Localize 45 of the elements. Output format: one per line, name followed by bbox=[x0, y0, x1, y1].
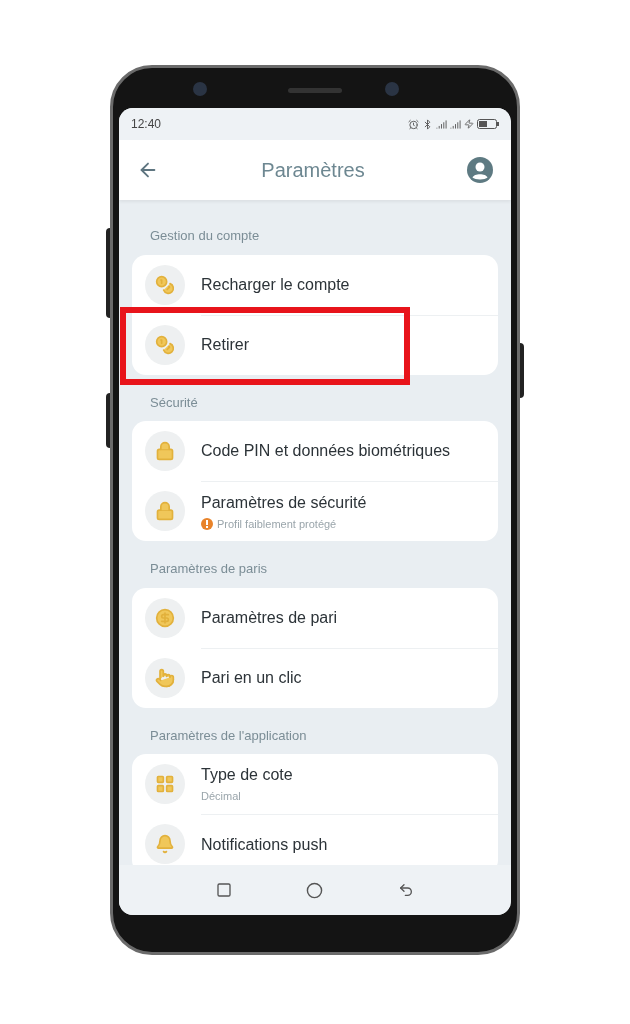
warning-icon bbox=[201, 518, 213, 530]
charging-icon bbox=[464, 119, 474, 129]
settings-row[interactable]: Code PIN et données biométriques bbox=[132, 421, 498, 481]
camera-icon bbox=[193, 82, 207, 96]
settings-row[interactable]: Retirer bbox=[132, 314, 498, 375]
settings-row[interactable]: Type de cote Décimal bbox=[132, 754, 498, 814]
grid-icon bbox=[155, 774, 175, 794]
section-header: Gestion du compte bbox=[149, 227, 261, 245]
item-label: Paramètres de sécurité bbox=[201, 492, 368, 513]
item-label: Retirer bbox=[201, 335, 250, 355]
page-title: Paramètres bbox=[261, 158, 365, 183]
bell-icon bbox=[155, 834, 175, 854]
lock-icon bbox=[155, 501, 175, 521]
coins-icon bbox=[155, 274, 175, 295]
item-subtitle: Décimal bbox=[201, 789, 242, 805]
item-subtitle: Profil faiblement protégé bbox=[217, 516, 337, 532]
status-time: 12:40 bbox=[131, 116, 162, 133]
item-label: Type de cote bbox=[201, 765, 294, 786]
settings-row[interactable]: Recharger le compte bbox=[132, 254, 498, 315]
item-label: Pari en un clic bbox=[201, 668, 303, 688]
alarm-icon bbox=[408, 118, 419, 130]
section-header: Sécurité bbox=[149, 393, 199, 412]
home-button[interactable] bbox=[306, 881, 324, 899]
item-label: Paramètres de pari bbox=[201, 607, 339, 628]
signal-icon bbox=[450, 118, 461, 130]
profile-button[interactable] bbox=[467, 157, 493, 183]
pointer-icon bbox=[155, 667, 175, 688]
settings-row[interactable]: Pari en un clic bbox=[132, 647, 498, 708]
settings-row[interactable]: Paramètres de sécurité Profil faiblement protégé bbox=[132, 481, 498, 541]
section-header: Paramètres de l'application bbox=[149, 726, 308, 745]
coins-icon bbox=[155, 334, 175, 355]
signal-icon bbox=[436, 118, 447, 130]
item-label: Code PIN et données biométriques bbox=[201, 441, 452, 461]
battery-icon bbox=[477, 119, 499, 129]
dollar-icon bbox=[155, 607, 175, 628]
item-label: Recharger le compte bbox=[201, 274, 351, 295]
settings-row[interactable]: Paramètres de pari bbox=[132, 587, 498, 648]
speaker-grille bbox=[288, 88, 342, 93]
item-label: Notifications push bbox=[201, 834, 329, 855]
lock-icon bbox=[155, 441, 175, 461]
recents-button[interactable] bbox=[216, 882, 233, 898]
back-button[interactable] bbox=[397, 882, 414, 898]
bluetooth-icon bbox=[422, 118, 433, 130]
section-header: Paramètres de paris bbox=[149, 560, 269, 578]
camera-icon bbox=[385, 82, 399, 96]
